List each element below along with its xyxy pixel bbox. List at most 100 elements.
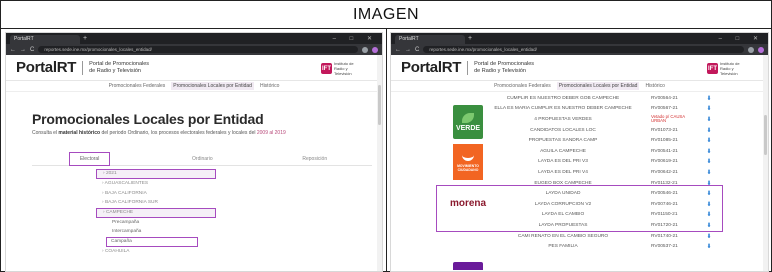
reload-icon[interactable]: C <box>30 47 34 53</box>
portal-subtitle: Portal de Promocionales de Radio y Telev… <box>474 60 535 74</box>
spot-name: CUMPLIR ES NUESTRO DEBER GOB CAMPECHE <box>506 95 620 101</box>
logo-divider <box>82 60 84 75</box>
tree-label: COAHUILA <box>104 248 130 254</box>
download-icon[interactable]: ⬇ <box>701 116 717 123</box>
portalrt-logo[interactable]: PortalRT <box>16 59 76 76</box>
scroll-thumb[interactable] <box>378 85 381 125</box>
tree-item-intercampana[interactable]: Intercampaña <box>96 227 216 237</box>
tab-bar: PortalRT + – □ ✕ <box>391 33 768 44</box>
desc-link-material[interactable]: material histórico <box>58 130 100 136</box>
back-icon[interactable]: ← <box>395 47 401 53</box>
tree-item-campeche[interactable]: › CAMPECHE <box>96 207 216 218</box>
filter-reposicion[interactable]: Reposición <box>294 154 335 164</box>
url-input[interactable]: reportes.sede.ine.mx/promocionales_local… <box>423 46 744 53</box>
spot-name: PROPUESTAS SANDRA CAMP <box>528 138 598 144</box>
tab-locales[interactable]: Promocionales Locales por Entidad <box>171 82 254 90</box>
ift-text: Instituto de Radio y Televisión <box>720 61 740 76</box>
spot-folio: RV00642-21 <box>651 169 678 175</box>
ift-logo: IFT Instituto de Radio y Televisión <box>321 61 360 76</box>
filter-electoral[interactable]: Electoral <box>68 151 111 166</box>
tab-historico[interactable]: Histórico <box>260 83 279 89</box>
ift-mark-icon: IFT <box>707 63 718 74</box>
page-title: Promocionales Locales por Entidad <box>32 111 264 127</box>
window-controls[interactable]: – □ ✕ <box>719 35 764 42</box>
column-divider <box>386 29 387 272</box>
download-icon[interactable]: ⬇ <box>701 148 717 155</box>
ift-mark-icon: IFT <box>321 63 332 74</box>
back-icon[interactable]: ← <box>10 47 16 53</box>
download-icon[interactable]: ⬇ <box>701 95 717 102</box>
extension-icon[interactable] <box>362 46 368 53</box>
table-row: LAYDA ES DEL PRI V3 RV00619-21 ⬇ <box>391 157 763 168</box>
portalrt-logo[interactable]: PortalRT <box>401 59 461 76</box>
download-icon[interactable]: ⬇ <box>701 233 717 240</box>
tab-locales[interactable]: Promocionales Locales por Entidad <box>556 82 640 90</box>
site-header: PortalRT Portal de Promocionales de Radi… <box>391 55 768 81</box>
spot-name: ÁGUILA CAMPECHE <box>540 148 586 154</box>
address-bar: ← → C reportes.sede.ine.mx/promocionales… <box>6 44 382 55</box>
profile-avatar[interactable] <box>758 46 764 53</box>
download-icon[interactable]: ⬇ <box>701 243 717 250</box>
new-tab-button[interactable]: + <box>83 34 87 43</box>
entity-tree: › 2021 › AGUASCALIENTES › BAJA CALIFORNI… <box>96 169 216 256</box>
tree-item-aguascalientes[interactable]: › AGUASCALIENTES <box>96 179 216 189</box>
download-icon[interactable]: ⬇ <box>701 127 717 134</box>
spot-folio: RV01085-21 <box>651 138 678 144</box>
ift-logo: IFT Instituto de Radio y Televisión <box>707 61 746 76</box>
download-icon[interactable]: ⬇ <box>701 105 717 112</box>
tree-item-campana[interactable]: Campaña <box>106 236 198 247</box>
spot-name: LAYDA ES DEL PRI V4 <box>538 169 588 175</box>
desc-prefix: Consulta el <box>32 130 59 136</box>
figure-frame: IMAGEN PortalRT + – □ ✕ ← → C reportes.s… <box>0 0 772 272</box>
tab-historico[interactable]: Histórico <box>645 83 664 89</box>
url-input[interactable]: reportes.sede.ine.mx/promocionales_local… <box>38 46 358 53</box>
spot-folio: Vetado p/ CAUSA URBAN <box>651 113 685 124</box>
scrollbar[interactable] <box>763 55 768 271</box>
scroll-thumb[interactable] <box>764 115 767 155</box>
window-controls[interactable]: – □ ✕ <box>333 35 378 42</box>
browser-tab[interactable]: PortalRT <box>395 35 465 44</box>
profile-avatar[interactable] <box>372 46 378 53</box>
tree-label: BAJA CALIFORNIA <box>104 190 147 196</box>
spot-folio: RV01073-21 <box>651 127 678 133</box>
table-row: ELLA ES MARÍA CUMPLIR ES NUESTRO DEBER C… <box>391 104 763 115</box>
tree-item-coahuila[interactable]: › COAHUILA <box>96 247 216 257</box>
tree-item-2021[interactable]: › 2021 <box>96 169 216 179</box>
spot-folio: RV01740-21 <box>651 233 678 239</box>
scrollbar[interactable] <box>377 55 382 271</box>
tab-federales[interactable]: Promocionales Federales <box>494 83 551 89</box>
filter-tabs: Electoral Ordinario Reposición <box>32 151 372 166</box>
highlight-box-mc <box>436 185 723 232</box>
tree-label: BAJA CALIFORNIA SUR <box>104 200 158 205</box>
spot-name: CANDIDATOS LOCALES LOC <box>530 127 596 133</box>
tree-label: AGUASCALIENTES <box>104 181 149 186</box>
download-icon[interactable]: ⬇ <box>701 137 717 144</box>
browser-window-left: PortalRT + – □ ✕ ← → C reportes.sede.ine… <box>5 32 383 272</box>
table-row: CUMPLIR ES NUESTRO DEBER GOB CAMPECHE RV0… <box>391 93 763 104</box>
forward-icon[interactable]: → <box>405 47 411 53</box>
tree-label: 2021 <box>105 171 117 176</box>
filter-ordinario[interactable]: Ordinario <box>184 154 221 164</box>
tree-item-precampana[interactable]: Precampaña <box>96 218 216 228</box>
browser-window-right: PortalRT + – □ ✕ ← → C reportes.sede.ine… <box>390 32 769 272</box>
download-icon[interactable]: ⬇ <box>701 169 717 176</box>
section-tabs: Promocionales Federales Promocionales Lo… <box>391 81 768 92</box>
reload-icon[interactable]: C <box>415 47 419 53</box>
table-row: ÁGUILA CAMPECHE RV00541-21 ⬇ <box>391 146 763 157</box>
desc-middle: del periodo Ordinario, los procesos elec… <box>100 130 257 136</box>
tree-item-baja-california[interactable]: › BAJA CALIFORNIA <box>96 189 216 199</box>
new-tab-button[interactable]: + <box>468 34 472 43</box>
section-tabs: Promocionales Federales Promocionales Lo… <box>6 81 382 92</box>
site-header: PortalRT Portal de Promocionales de Radi… <box>6 55 382 81</box>
browser-tab[interactable]: PortalRT <box>10 35 80 44</box>
forward-icon[interactable]: → <box>20 47 26 53</box>
tab-federales[interactable]: Promocionales Federales <box>109 83 166 89</box>
figure-title: IMAGEN <box>1 1 771 29</box>
table-row: PES FAMILIA RV00537-21 ⬇ <box>391 241 763 252</box>
spot-folio: RV00619-21 <box>651 159 678 165</box>
extension-icon[interactable] <box>748 46 754 53</box>
tree-item-baja-california-sur[interactable]: › BAJA CALIFORNIA SUR <box>96 198 216 208</box>
spot-folio: RV00564-21 <box>651 95 678 101</box>
spot-name: PES FAMILIA <box>548 244 578 250</box>
download-icon[interactable]: ⬇ <box>701 158 717 165</box>
